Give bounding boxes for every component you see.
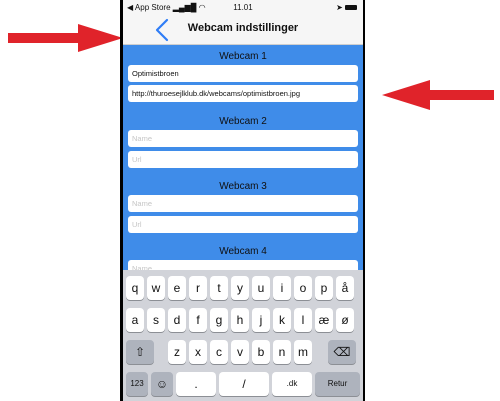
key-v[interactable]: v: [231, 340, 249, 364]
return-key[interactable]: Retur: [315, 372, 360, 396]
key-ae[interactable]: æ: [315, 308, 333, 332]
key-k[interactable]: k: [273, 308, 291, 332]
dot-key[interactable]: .: [176, 372, 216, 396]
key-z[interactable]: z: [168, 340, 186, 364]
key-x[interactable]: x: [189, 340, 207, 364]
navigation-bar: Webcam indstillinger: [123, 16, 363, 45]
keyboard: q w e r t y u i o p å a s d f g h j k l …: [123, 270, 363, 401]
delete-key[interactable]: ⌫: [328, 340, 356, 364]
key-r[interactable]: r: [189, 276, 207, 300]
arrow-left-icon: [382, 80, 494, 110]
app-screen: ◀ App Store ▂▄▆█ ◠ 11.01 ➤ Webcam indsti…: [123, 0, 363, 401]
webcam-1-url-field[interactable]: [128, 85, 358, 102]
left-arrow-annotation: [8, 24, 123, 52]
key-a[interactable]: a: [126, 308, 144, 332]
key-t[interactable]: t: [210, 276, 228, 300]
key-c[interactable]: c: [210, 340, 228, 364]
webcam-4-title: Webcam 4: [219, 246, 267, 257]
key-s[interactable]: s: [147, 308, 165, 332]
page-title: Webcam indstillinger: [187, 22, 299, 34]
slash-key[interactable]: /: [219, 372, 269, 396]
webcam-3-name-field[interactable]: [128, 195, 358, 212]
key-h[interactable]: h: [231, 308, 249, 332]
key-y[interactable]: y: [231, 276, 249, 300]
webcam-1-title: Webcam 1: [219, 51, 267, 62]
webcam-2-title: Webcam 2: [219, 116, 267, 127]
key-u[interactable]: u: [252, 276, 270, 300]
key-o[interactable]: o: [294, 276, 312, 300]
key-j[interactable]: j: [252, 308, 270, 332]
key-d[interactable]: d: [168, 308, 186, 332]
key-i[interactable]: i: [273, 276, 291, 300]
key-m[interactable]: m: [294, 340, 312, 364]
key-l[interactable]: l: [294, 308, 312, 332]
key-q[interactable]: q: [126, 276, 144, 300]
key-w[interactable]: w: [147, 276, 165, 300]
key-e[interactable]: e: [168, 276, 186, 300]
webcam-1-name-field[interactable]: [128, 65, 358, 82]
right-arrow-annotation: [382, 80, 494, 110]
emoji-key[interactable]: ☺: [151, 372, 173, 396]
webcam-3-url-field[interactable]: [128, 216, 358, 233]
key-p[interactable]: p: [315, 276, 333, 300]
webcam-2-url-field[interactable]: [128, 151, 358, 168]
webcam-4-name-field[interactable]: [128, 260, 358, 270]
status-time: 11.01: [233, 3, 253, 12]
shift-key[interactable]: ⇧: [126, 340, 154, 364]
battery-icon: [345, 5, 357, 11]
phone-frame: ◀ App Store ▂▄▆█ ◠ 11.01 ➤ Webcam indsti…: [120, 0, 365, 401]
webcam-settings-list: Webcam 1 Webcam 2 Webcam 3 Webcam 4: [123, 45, 363, 270]
dk-key[interactable]: .dk: [272, 372, 312, 396]
key-f[interactable]: f: [189, 308, 207, 332]
key-oe[interactable]: ø: [336, 308, 354, 332]
webcam-2-name-field[interactable]: [128, 130, 358, 147]
status-right: ➤: [336, 3, 357, 12]
location-icon: ➤: [336, 3, 343, 12]
status-bar: ◀ App Store ▂▄▆█ ◠ 11.01 ➤: [123, 0, 363, 16]
key-aa[interactable]: å: [336, 276, 354, 300]
key-n[interactable]: n: [273, 340, 291, 364]
key-g[interactable]: g: [210, 308, 228, 332]
arrow-right-icon: [8, 24, 123, 52]
webcam-3-title: Webcam 3: [219, 181, 267, 192]
numbers-key[interactable]: 123: [126, 372, 148, 396]
key-b[interactable]: b: [252, 340, 270, 364]
